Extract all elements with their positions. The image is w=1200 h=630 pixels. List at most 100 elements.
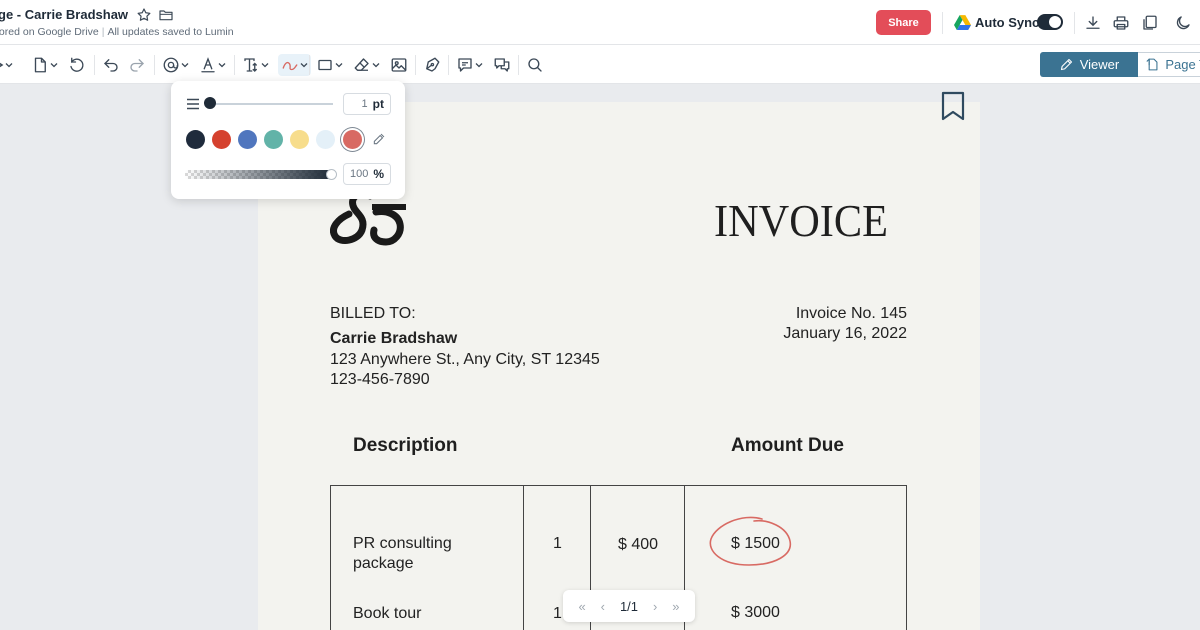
- signature-tool[interactable]: [423, 54, 441, 76]
- freehand-pen-icon: [282, 61, 298, 71]
- pen-settings-popover: 1 pt 100 %: [171, 81, 405, 199]
- first-page-icon[interactable]: «: [578, 599, 585, 614]
- chevron-down-icon: [218, 63, 226, 68]
- thickness-input[interactable]: 1 pt: [343, 93, 391, 115]
- star-icon[interactable]: [135, 6, 153, 24]
- last-page-icon[interactable]: »: [672, 599, 679, 614]
- undo-button[interactable]: [102, 54, 120, 76]
- save-status: All updates saved to Lumin: [107, 26, 234, 38]
- page-navigation: « ‹ 1/1 › »: [563, 590, 695, 622]
- row1-description-line2: package: [353, 555, 414, 572]
- toolbar-divider: [448, 55, 449, 75]
- comment-tool[interactable]: [456, 54, 483, 76]
- header-divider: [1074, 12, 1075, 34]
- pen-tool[interactable]: [278, 54, 311, 76]
- opacity-slider-track[interactable]: [185, 170, 331, 179]
- autosync-toggle[interactable]: [1037, 14, 1063, 30]
- color-swatch-light-blue[interactable]: [316, 130, 335, 149]
- color-swatch-red[interactable]: [212, 130, 231, 149]
- tool-select-dropdown[interactable]: [0, 54, 13, 76]
- rotate-tool[interactable]: [68, 54, 86, 76]
- freehand-circle-annotation[interactable]: [704, 511, 800, 571]
- viewer-label: Viewer: [1079, 57, 1120, 72]
- previous-page-icon[interactable]: ‹: [601, 599, 605, 614]
- rotate-icon: [70, 57, 84, 72]
- color-swatch-navy[interactable]: [186, 130, 205, 149]
- ampersand-logo: [330, 190, 406, 246]
- invoice-date: January 16, 2022: [783, 325, 907, 342]
- search-button[interactable]: [526, 54, 544, 76]
- download-icon[interactable]: [1082, 12, 1104, 34]
- row2-amount: $ 3000: [731, 604, 780, 621]
- thickness-unit: pt: [372, 97, 384, 111]
- search-icon: [528, 58, 542, 72]
- document-status: tored on Google Drive | All updates saved …: [0, 26, 234, 38]
- bookmark-icon[interactable]: [940, 91, 966, 121]
- next-page-icon[interactable]: ›: [653, 599, 657, 614]
- folder-icon[interactable]: [157, 6, 175, 24]
- chevron-down-icon: [181, 63, 189, 68]
- header-divider: [942, 12, 943, 34]
- comments-panel-button[interactable]: [493, 54, 511, 76]
- opacity-slider-handle[interactable]: [326, 169, 337, 180]
- opacity-unit: %: [373, 167, 384, 181]
- chevron-down-icon: [5, 63, 13, 68]
- page-tools-icon: [1146, 58, 1158, 71]
- chevron-down-icon: [475, 63, 483, 68]
- invoice-number: Invoice No. 145: [795, 305, 907, 322]
- undo-icon: [104, 59, 118, 72]
- toolbar-divider: [154, 55, 155, 75]
- status-divider: |: [101, 26, 105, 38]
- billed-to-label: BILLED TO:: [330, 305, 416, 322]
- color-swatch-blue[interactable]: [238, 130, 257, 149]
- eraser-tool[interactable]: [353, 54, 380, 76]
- copy-icon[interactable]: [1139, 12, 1161, 34]
- opacity-input[interactable]: 100 %: [343, 163, 391, 185]
- chevron-down-icon: [300, 63, 308, 68]
- row1-price: $ 400: [618, 536, 659, 553]
- print-icon[interactable]: [1110, 12, 1132, 34]
- color-swatch-teal[interactable]: [264, 130, 283, 149]
- text-color-tool[interactable]: [199, 54, 226, 76]
- storage-status: tored on Google Drive: [0, 26, 99, 38]
- pencil-icon: [1060, 58, 1072, 71]
- page-indicator: 1/1: [619, 598, 639, 614]
- redo-button[interactable]: [128, 54, 146, 76]
- thickness-slider-handle[interactable]: [204, 97, 216, 109]
- text-color-icon: [201, 57, 215, 73]
- color-swatch-coral-selected[interactable]: [343, 130, 362, 149]
- amount-due-header: Amount Due: [731, 435, 844, 456]
- client-name: Carrie Bradshaw: [330, 330, 458, 347]
- thickness-slider-track[interactable]: [209, 103, 333, 105]
- chevron-down-icon: [261, 63, 269, 68]
- text-tool[interactable]: [242, 54, 269, 76]
- eyedropper-icon[interactable]: [371, 131, 387, 147]
- row1-description-line1: PR consulting: [353, 535, 452, 552]
- viewer-mode-button[interactable]: Viewer: [1040, 52, 1138, 77]
- page-tool[interactable]: [31, 54, 58, 76]
- image-tool[interactable]: [390, 54, 408, 76]
- client-address: 123 Anywhere St., Any City, ST 12345: [330, 351, 600, 368]
- chevron-down-icon: [50, 63, 58, 68]
- share-button[interactable]: Share: [876, 10, 931, 35]
- toolbar-divider: [415, 55, 416, 75]
- comments-icon: [494, 58, 510, 72]
- color-swatch-yellow[interactable]: [290, 130, 309, 149]
- document-icon: [34, 57, 46, 73]
- signature-pen-icon: [426, 57, 440, 72]
- opacity-value: 100: [349, 168, 369, 180]
- document-title[interactable]: ge - Carrie Bradshaw: [0, 7, 128, 22]
- comment-icon: [458, 58, 472, 72]
- toolbar-divider: [309, 55, 310, 75]
- dark-mode-icon[interactable]: [1172, 12, 1194, 34]
- stamp-tool[interactable]: [162, 54, 189, 76]
- shape-tool[interactable]: [316, 54, 343, 76]
- toolbar-divider: [518, 55, 519, 75]
- eraser-icon: [354, 58, 369, 71]
- page-tools-button[interactable]: Page T: [1138, 52, 1200, 77]
- redo-icon: [130, 59, 144, 72]
- image-icon: [391, 58, 407, 72]
- invoice-heading: INVOICE: [714, 195, 888, 246]
- toolbar-divider: [234, 55, 235, 75]
- text-icon: [244, 58, 257, 72]
